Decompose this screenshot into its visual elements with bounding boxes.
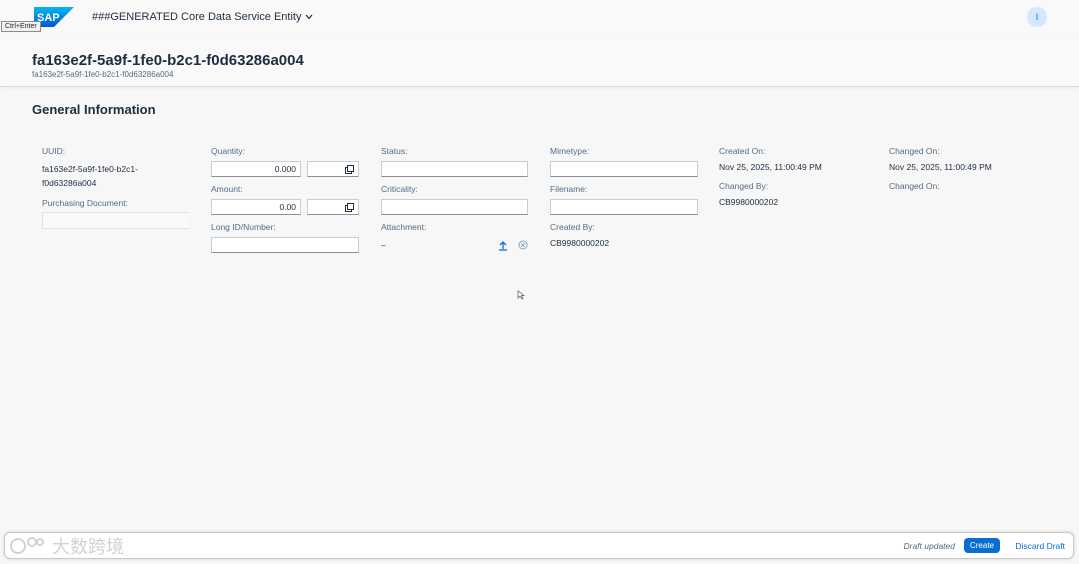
quantity-input[interactable]: 0.000 bbox=[211, 161, 301, 177]
value-help-icon[interactable] bbox=[345, 202, 354, 212]
column-changed-on: Changed On: Nov 25, 2025, 11:00:49 PM Ch… bbox=[889, 146, 1039, 192]
criticality-label: Criticality: bbox=[381, 184, 418, 194]
mimetype-input[interactable] bbox=[550, 161, 698, 177]
watermark: 大数跨境 bbox=[10, 533, 124, 559]
status-label: Status: bbox=[381, 146, 408, 156]
app-title-menu[interactable]: ###GENERATED Core Data Service Entity bbox=[92, 11, 313, 23]
app-title-text: ###GENERATED Core Data Service Entity bbox=[92, 11, 302, 23]
changed-on-value: Nov 25, 2025, 11:00:49 PM bbox=[889, 162, 992, 172]
created-on-label: Created On: bbox=[719, 146, 766, 156]
filename-label: Filename: bbox=[550, 184, 588, 194]
shell-bar: SAP Ctrl+Enter ###GENERATED Core Data Se… bbox=[0, 0, 1079, 36]
user-avatar[interactable]: I bbox=[1027, 7, 1047, 27]
filename-input[interactable] bbox=[550, 199, 698, 215]
footer-toolbar: Draft updated Create Discard Draft bbox=[4, 532, 1074, 559]
amount-input[interactable]: 0.00 bbox=[211, 199, 301, 215]
purchasing-document-label: Purchasing Document: bbox=[42, 198, 128, 208]
cursor-icon bbox=[517, 290, 525, 300]
create-button[interactable]: Create bbox=[963, 538, 1000, 553]
object-header: fa163e2f-5a9f-1fe0-b2c1-f0d63286a004 fa1… bbox=[0, 36, 1079, 87]
chevron-down-icon bbox=[306, 14, 313, 20]
uuid-value-line1: fa163e2f-5a9f-1fe0-b2c1- bbox=[42, 164, 138, 174]
mimetype-label: Mimetype: bbox=[550, 146, 590, 156]
discard-draft-button[interactable]: Discard Draft bbox=[1015, 541, 1065, 551]
uuid-value-line2: f0d63286a004 bbox=[42, 178, 97, 188]
quantity-unit-field[interactable] bbox=[307, 161, 359, 177]
changed-on-label: Changed On: bbox=[889, 146, 940, 156]
attachment-value: – bbox=[381, 240, 386, 250]
amount-currency-field[interactable] bbox=[307, 199, 359, 215]
long-id-input[interactable] bbox=[211, 237, 359, 253]
changed-by-label: Changed By: bbox=[719, 181, 769, 191]
upload-icon[interactable] bbox=[498, 240, 508, 251]
watermark-text: 大数跨境 bbox=[52, 537, 124, 557]
created-on-value: Nov 25, 2025, 11:00:49 PM bbox=[719, 162, 822, 172]
changed-on-label-2: Changed On: bbox=[889, 181, 940, 191]
object-title: fa163e2f-5a9f-1fe0-b2c1-f0d63286a004 bbox=[32, 52, 304, 69]
created-by-value: CB9980000202 bbox=[550, 238, 610, 248]
keyboard-shortcut-tooltip: Ctrl+Enter bbox=[1, 21, 41, 32]
quantity-label: Quantity: bbox=[211, 146, 246, 156]
attachment-label: Attachment: bbox=[381, 222, 427, 232]
column-created-on: Created On: Nov 25, 2025, 11:00:49 PM Ch… bbox=[719, 146, 869, 209]
uuid-label: UUID: bbox=[42, 146, 66, 156]
created-by-label: Created By: bbox=[550, 222, 595, 232]
changed-by-value: CB9980000202 bbox=[719, 197, 779, 207]
section-title: General Information bbox=[32, 102, 156, 117]
long-id-label: Long ID/Number: bbox=[211, 222, 276, 232]
column-uuid: UUID: fa163e2f-5a9f-1fe0-b2c1- f0d63286a… bbox=[42, 146, 192, 229]
criticality-input[interactable] bbox=[381, 199, 528, 215]
clear-icon[interactable] bbox=[518, 240, 528, 250]
column-status: Status: Criticality: Attachment: – bbox=[381, 146, 531, 252]
watermark-logo-icon bbox=[10, 537, 44, 554]
value-help-icon[interactable] bbox=[345, 164, 354, 174]
amount-label: Amount: bbox=[211, 184, 243, 194]
status-input[interactable] bbox=[381, 161, 528, 177]
column-quantity: Quantity: 0.000 Amount: 0.00 Long ID/Num… bbox=[211, 146, 361, 253]
column-mimetype: Mimetype: Filename: Created By: CB998000… bbox=[550, 146, 700, 250]
object-subtitle: fa163e2f-5a9f-1fe0-b2c1-f0d63286a004 bbox=[32, 70, 174, 79]
purchasing-document-input[interactable] bbox=[42, 212, 188, 229]
draft-status: Draft updated bbox=[903, 541, 955, 551]
